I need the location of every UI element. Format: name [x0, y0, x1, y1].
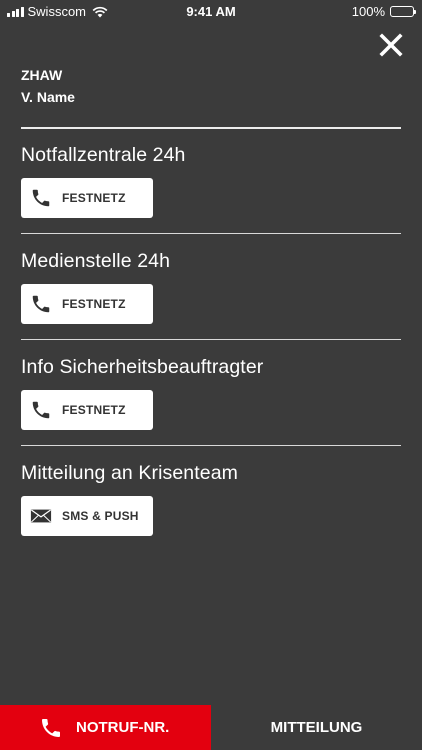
battery-percent: 100% — [351, 4, 385, 19]
section-title-krisenteam: Mitteilung an Krisenteam — [21, 462, 239, 484]
send-krisenteam-message-button[interactable]: SMS & PUSH — [21, 496, 153, 536]
button-label: FESTNETZ — [62, 403, 126, 417]
tab-label: NOTRUF-NR. — [76, 719, 170, 736]
phone-icon — [32, 401, 50, 419]
header-divider — [21, 127, 401, 129]
bottom-tab-bar: NOTRUF-NR. MITTEILUNG — [0, 705, 422, 750]
call-notfallzentrale-button[interactable]: FESTNETZ — [21, 178, 153, 218]
phone-icon — [32, 189, 50, 207]
button-label: FESTNETZ — [62, 297, 126, 311]
tab-emergency-numbers[interactable]: NOTRUF-NR. — [0, 705, 211, 750]
status-right: 100% — [351, 4, 416, 19]
user-name: V. Name — [21, 89, 75, 105]
tab-message[interactable]: MITTEILUNG — [211, 705, 422, 750]
close-icon — [379, 33, 403, 57]
phone-icon — [32, 295, 50, 313]
status-bar: Swisscom 9:41 AM 100% — [0, 0, 422, 22]
phone-icon — [42, 719, 60, 737]
button-label: SMS & PUSH — [62, 509, 139, 523]
close-button[interactable] — [376, 30, 406, 60]
battery-icon — [390, 6, 416, 17]
call-sicherheitsbeauftragter-button[interactable]: FESTNETZ — [21, 390, 153, 430]
section-divider — [21, 445, 401, 446]
section-title-sicherheitsbeauftragter: Info Sicherheitsbeauftragter — [21, 356, 264, 378]
button-label: FESTNETZ — [62, 191, 126, 205]
section-title-medienstelle: Medienstelle 24h — [21, 250, 171, 272]
section-divider — [21, 339, 401, 340]
envelope-icon — [30, 509, 52, 523]
call-medienstelle-button[interactable]: FESTNETZ — [21, 284, 153, 324]
organization-name: ZHAW — [21, 67, 63, 83]
section-title-notfallzentrale: Notfallzentrale 24h — [21, 144, 186, 166]
tab-label: MITTEILUNG — [270, 719, 363, 736]
section-divider — [21, 233, 401, 234]
